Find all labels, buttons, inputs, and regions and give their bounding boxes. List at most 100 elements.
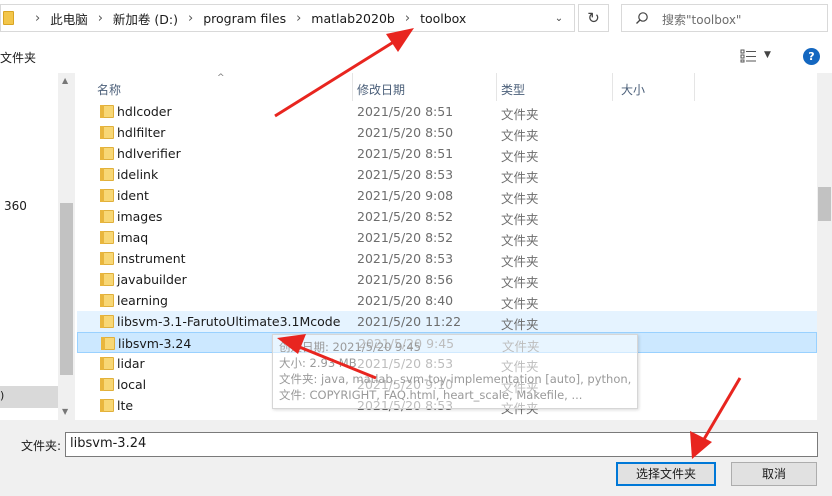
- file-row[interactable]: imaq 2021/5/20 8:52 文件夹: [77, 227, 817, 248]
- file-type: 文件夹: [501, 170, 539, 185]
- file-type: 文件夹: [501, 149, 539, 164]
- tooltip-size: 大小: 2.93 MB: [279, 356, 357, 370]
- nav-item-selected[interactable]: ): [0, 386, 58, 408]
- folder-field-label: 文件夹:: [21, 439, 62, 453]
- folder-icon: [100, 378, 114, 391]
- file-row[interactable]: hdlverifier 2021/5/20 8:51 文件夹: [77, 143, 817, 164]
- breadcrumb-toolbox[interactable]: toolbox: [420, 11, 466, 26]
- address-dropdown-button[interactable]: ⌄: [547, 7, 571, 29]
- file-date: 2021/5/20 11:22: [357, 314, 462, 329]
- file-row[interactable]: images 2021/5/20 8:52 文件夹: [77, 206, 817, 227]
- refresh-icon: ↻: [587, 9, 600, 27]
- folder-icon: [101, 337, 115, 350]
- file-type: 文件夹: [501, 317, 539, 332]
- file-row[interactable]: hdlcoder 2021/5/20 8:51 文件夹: [77, 101, 817, 122]
- folder-icon: [100, 231, 114, 244]
- file-date: 2021/5/20 8:51: [357, 104, 454, 119]
- file-name: hdlcoder: [117, 104, 172, 119]
- file-row[interactable]: libsvm-3.1-FarutoUltimate3.1Mcode 2021/5/…: [77, 311, 817, 332]
- chevron-right-icon[interactable]: ›: [296, 11, 301, 26]
- file-name: local: [117, 377, 147, 392]
- file-date: 2021/5/20 9:08: [357, 188, 454, 203]
- view-options-icon[interactable]: [740, 49, 758, 63]
- scroll-up-icon[interactable]: ▲: [62, 76, 68, 85]
- file-name: learning: [117, 293, 168, 308]
- file-date: 2021/5/20 8:53: [357, 251, 454, 266]
- file-date: 2021/5/20 8:52: [357, 230, 454, 245]
- file-type: 文件夹: [501, 233, 539, 248]
- breadcrumb-drive-d[interactable]: 新加卷 (D:): [113, 9, 178, 28]
- tooltip-folders: 文件夹: java, matlab, svm-toy-implementatio…: [279, 372, 631, 386]
- scroll-down-icon[interactable]: ▼: [62, 407, 68, 416]
- file-name: libsvm-3.1-FarutoUltimate3.1Mcode: [117, 314, 341, 329]
- folder-icon: [100, 189, 114, 202]
- folder-icon: [100, 357, 114, 370]
- nav-item-selected-label: ): [0, 389, 5, 402]
- folder-icon: [100, 273, 114, 286]
- file-name: hdlfilter: [117, 125, 166, 140]
- new-folder-button[interactable]: 文件夹: [0, 49, 36, 66]
- address-bar[interactable]: › 此电脑 › 新加卷 (D:) › program files › matla…: [0, 4, 575, 32]
- file-row[interactable]: instrument 2021/5/20 8:53 文件夹: [77, 248, 817, 269]
- file-type: 文件夹: [501, 191, 539, 206]
- help-icon[interactable]: ?: [803, 48, 820, 65]
- file-row[interactable]: javabuilder 2021/5/20 8:56 文件夹: [77, 269, 817, 290]
- file-name: hdlverifier: [117, 146, 181, 161]
- folder-icon: [100, 168, 114, 181]
- folder-icon: [100, 147, 114, 160]
- file-type: 文件夹: [501, 275, 539, 290]
- file-date: 2021/5/20 8:51: [357, 146, 454, 161]
- file-row[interactable]: hdlfilter 2021/5/20 8:50 文件夹: [77, 122, 817, 143]
- file-type: 文件夹: [501, 296, 539, 311]
- nav-scroll-thumb[interactable]: [60, 203, 73, 375]
- chevron-down-icon: ⌄: [554, 12, 564, 24]
- column-type[interactable]: 类型: [501, 73, 613, 101]
- file-date: 2021/5/20 8:50: [357, 125, 454, 140]
- file-date: 2021/5/20 8:40: [357, 293, 454, 308]
- folder-icon: [100, 315, 114, 328]
- file-row[interactable]: ident 2021/5/20 9:08 文件夹: [77, 185, 817, 206]
- cancel-button[interactable]: 取消: [731, 462, 817, 486]
- file-name: lidar: [117, 356, 145, 371]
- file-type: 文件夹: [501, 107, 539, 122]
- folder-name-input[interactable]: libsvm-3.24: [65, 432, 818, 457]
- file-name: imaq: [117, 230, 149, 245]
- chevron-right-icon[interactable]: ›: [98, 11, 103, 26]
- search-icon: [636, 12, 648, 24]
- file-name: libsvm-3.24: [118, 336, 192, 351]
- select-folder-button[interactable]: 选择文件夹: [616, 462, 716, 486]
- file-row[interactable]: idelink 2021/5/20 8:53 文件夹: [77, 164, 817, 185]
- navigation-pane: 360 ) ▲ ▼: [0, 73, 75, 420]
- chevron-right-icon[interactable]: ›: [405, 11, 410, 26]
- file-name: idelink: [117, 167, 159, 182]
- search-placeholder[interactable]: 搜索"toolbox": [662, 11, 741, 28]
- refresh-button[interactable]: ↻: [578, 4, 609, 32]
- dialog-footer: 文件夹: libsvm-3.24 选择文件夹 取消: [0, 420, 832, 496]
- tooltip-created: 创建日期: 2021/5/20 9:45: [279, 340, 421, 354]
- breadcrumb-this-pc[interactable]: 此电脑: [50, 9, 88, 28]
- file-list-scrollbar[interactable]: [817, 73, 832, 420]
- file-name: ident: [117, 188, 149, 203]
- file-name: images: [117, 209, 163, 224]
- column-name[interactable]: 名称: [97, 73, 353, 101]
- column-size[interactable]: 大小: [621, 73, 695, 101]
- column-date[interactable]: 修改日期: [357, 73, 497, 101]
- breadcrumb-matlab2020b[interactable]: matlab2020b: [311, 11, 395, 26]
- breadcrumb-program-files[interactable]: program files: [203, 11, 286, 26]
- file-name: lte: [117, 398, 134, 413]
- search-box[interactable]: 搜索"toolbox": [621, 4, 828, 32]
- folder-icon: [100, 105, 114, 118]
- nav-item-360[interactable]: 360: [4, 199, 27, 213]
- file-date: 2021/5/20 8:56: [357, 272, 454, 287]
- folder-icon: [100, 399, 114, 412]
- file-name: instrument: [117, 251, 186, 266]
- file-row[interactable]: learning 2021/5/20 8:40 文件夹: [77, 290, 817, 311]
- view-dropdown-icon[interactable]: ▼: [764, 50, 771, 60]
- chevron-right-icon[interactable]: ›: [35, 11, 40, 26]
- chevron-right-icon[interactable]: ›: [188, 11, 193, 26]
- folder-icon: [100, 252, 114, 265]
- nav-scrollbar[interactable]: ▲ ▼: [58, 73, 75, 420]
- folder-icon: [3, 11, 14, 25]
- file-list-scroll-thumb[interactable]: [818, 187, 831, 221]
- folder-icon: [100, 210, 114, 223]
